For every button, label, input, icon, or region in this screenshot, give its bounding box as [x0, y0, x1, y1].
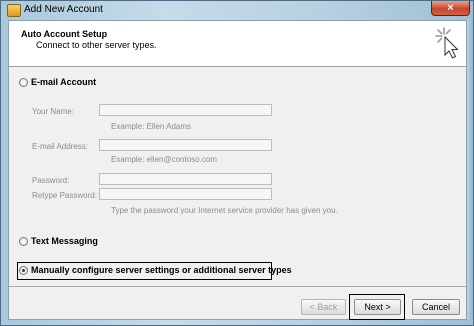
retype-password-label: Retype Password: — [32, 191, 97, 200]
mail-icon — [7, 4, 21, 17]
footer-divider — [9, 286, 466, 287]
manual-config-radio[interactable] — [19, 266, 28, 275]
add-account-window: Add New Account × Auto Account Setup Con… — [0, 0, 474, 326]
cancel-button[interactable]: Cancel — [412, 299, 460, 315]
manual-config-label[interactable]: Manually configure server settings or ad… — [31, 265, 292, 275]
text-messaging-radio[interactable] — [19, 237, 28, 246]
window-title: Add New Account — [24, 4, 103, 15]
header-subtitle: Connect to other server types. — [36, 40, 157, 50]
password-field[interactable] — [99, 173, 272, 185]
back-button[interactable]: < Back — [301, 299, 346, 315]
your-name-field[interactable] — [99, 104, 272, 116]
header-title: Auto Account Setup — [21, 29, 108, 39]
dialog-content: Auto Account Setup Connect to other serv… — [8, 20, 467, 320]
sparkle-cursor-icon — [435, 27, 459, 59]
email-address-field[interactable] — [99, 139, 272, 151]
email-address-example: Example: ellen@contoso.com — [111, 155, 217, 164]
password-label: Password: — [32, 176, 70, 185]
next-button[interactable]: Next > — [354, 299, 401, 315]
email-account-radio[interactable] — [19, 78, 28, 87]
your-name-label: Your Name: — [32, 107, 74, 116]
your-name-example: Example: Ellen Adams — [111, 122, 192, 131]
window-edge — [467, 20, 473, 320]
retype-password-field[interactable] — [99, 188, 272, 200]
wizard-header: Auto Account Setup Connect to other serv… — [9, 21, 466, 67]
title-bar: Add New Account × — [1, 1, 473, 19]
text-messaging-label[interactable]: Text Messaging — [31, 236, 98, 246]
password-hint: Type the password your Internet service … — [111, 206, 338, 215]
email-account-label[interactable]: E-mail Account — [31, 77, 96, 87]
email-address-label: E-mail Address: — [32, 142, 89, 151]
close-button[interactable]: × — [431, 1, 470, 16]
